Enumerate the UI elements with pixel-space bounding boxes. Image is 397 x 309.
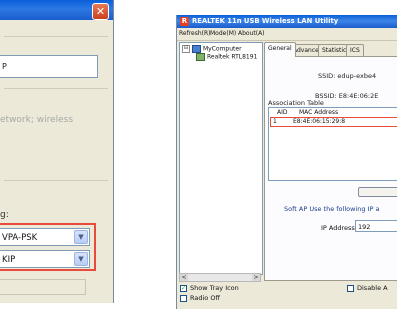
- radio-off-checkbox[interactable]: [180, 295, 187, 302]
- highlight-box: [0, 223, 96, 271]
- tree-item-label: MyComputer: [203, 45, 242, 53]
- divider: [4, 36, 108, 37]
- tab-ics[interactable]: ICS: [346, 44, 364, 56]
- divider: [4, 180, 108, 181]
- left-dialog-titlebar: ✕: [0, 0, 113, 20]
- scroll-left-icon[interactable]: <: [180, 274, 188, 281]
- disable-label: Disable A: [357, 284, 388, 292]
- app-icon: R: [180, 17, 189, 26]
- collapse-icon[interactable]: ⊟: [182, 45, 190, 53]
- show-tray-label: Show Tray Icon: [190, 284, 239, 292]
- horizontal-scrollbar[interactable]: < >: [179, 273, 261, 282]
- column-header-aid: AID: [277, 109, 288, 116]
- tab-general[interactable]: General: [264, 42, 296, 57]
- disable-checkbox[interactable]: [347, 285, 354, 292]
- table-action-button[interactable]: [358, 187, 397, 197]
- computer-icon: [192, 45, 201, 53]
- utility-window: R REALTEK 11n USB Wireless LAN Utility R…: [176, 15, 397, 309]
- ip-address-label: IP Address:: [321, 224, 357, 232]
- menu-bar: Refresh(R) Mode(M) About(A): [177, 28, 397, 41]
- menu-refresh[interactable]: Refresh(R): [179, 29, 211, 39]
- association-table: AID MAC Address 1 E8:4E:06:15:29:8: [268, 107, 397, 181]
- cell-mac: E8:4E:06:15:29:8: [293, 118, 346, 125]
- ssid-label: SSID: edup-exbe4: [318, 72, 377, 80]
- show-tray-checkbox[interactable]: ✓: [180, 285, 187, 292]
- window-titlebar: R REALTEK 11n USB Wireless LAN Utility: [177, 15, 397, 28]
- close-icon[interactable]: ✕: [92, 3, 109, 20]
- column-header-mac: MAC Address: [299, 109, 339, 116]
- ssid-field[interactable]: P: [0, 55, 98, 78]
- left-dialog-window: ✕ P etwork; wireless g: VPA-PSK ▼ KIP ▼: [0, 0, 114, 303]
- device-tree[interactable]: ⊟ MyComputer Realtek RTL8191: [179, 42, 263, 275]
- association-table-label: Association Table: [268, 99, 324, 107]
- tree-item-adapter[interactable]: Realtek RTL8191: [196, 53, 257, 62]
- divider: [4, 88, 108, 89]
- bottom-field: [0, 279, 86, 295]
- description-text: etwork; wireless: [0, 115, 74, 125]
- cell-aid: 1: [273, 118, 277, 125]
- softap-hint: Soft AP Use the following IP a: [284, 205, 380, 213]
- tree-item-label: Realtek RTL8191: [207, 53, 258, 61]
- menu-mode[interactable]: Mode(M): [210, 29, 236, 39]
- ip-address-field[interactable]: 192: [355, 220, 397, 232]
- scroll-right-icon[interactable]: >: [252, 274, 260, 281]
- menu-about[interactable]: About(A): [238, 29, 265, 39]
- encryption-label: g:: [0, 210, 9, 220]
- radio-off-label: Radio Off: [190, 294, 220, 302]
- window-title: REALTEK 11n USB Wireless LAN Utility: [192, 17, 339, 25]
- network-adapter-icon: [196, 53, 205, 61]
- bssid-label: BSSID: E8:4E:06:2E: [315, 92, 379, 100]
